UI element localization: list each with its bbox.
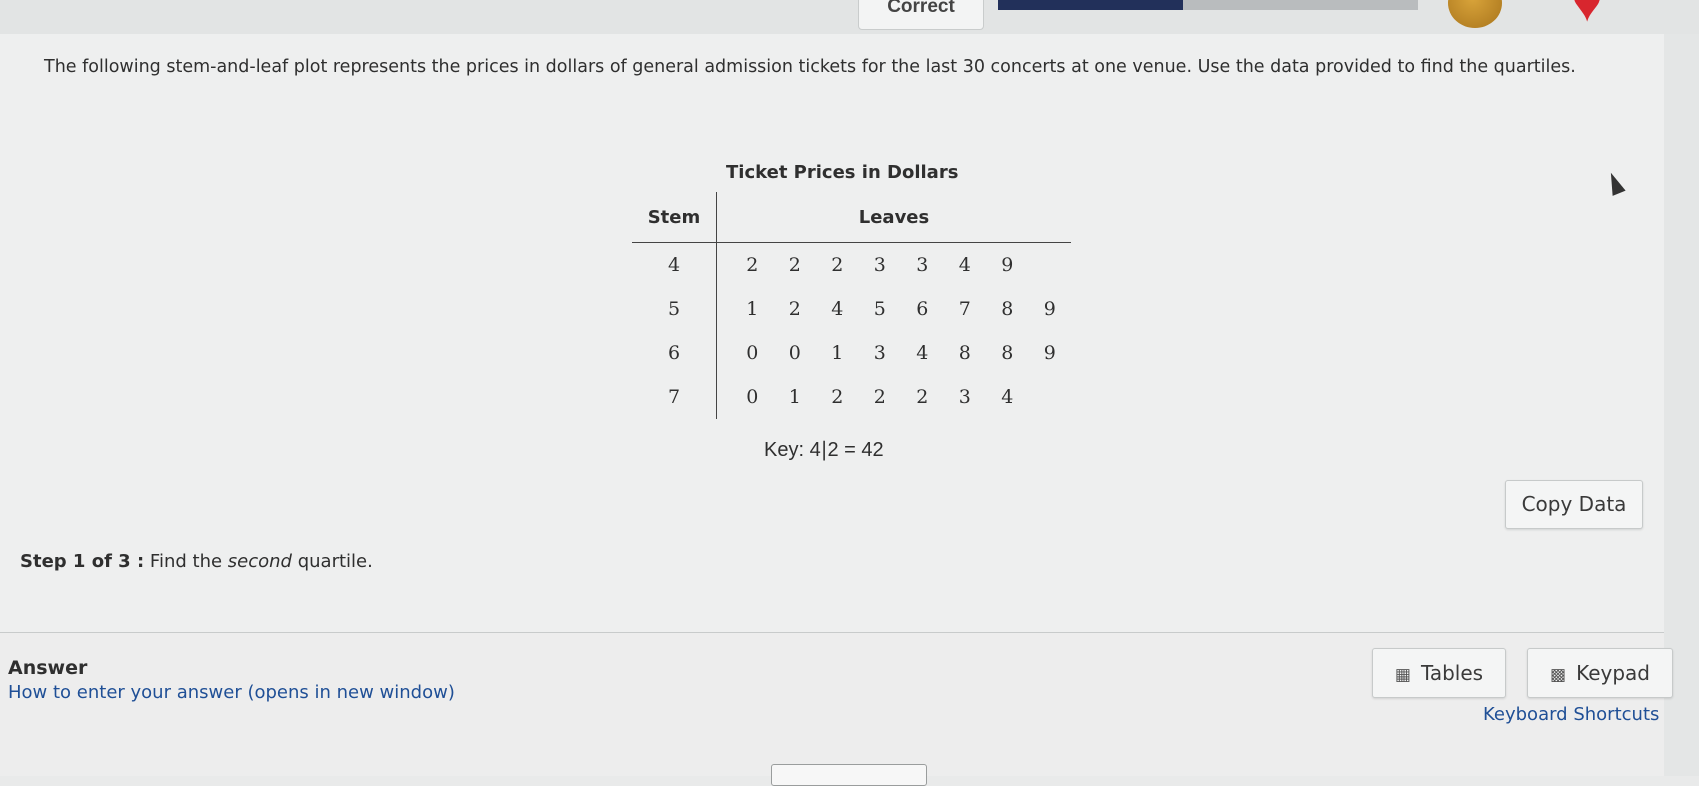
- progress-fill: [998, 0, 1183, 10]
- leaf-cell: 0: [788, 342, 801, 364]
- top-bar: Correct ♥: [0, 0, 1699, 35]
- leaf-cell: 8: [1001, 342, 1014, 364]
- leaf-cell: 9: [1001, 254, 1014, 276]
- heart-icon[interactable]: ♥: [1556, 0, 1618, 30]
- status-label: Correct: [858, 0, 984, 30]
- leaf-spacer: [717, 243, 732, 288]
- leaf-cell: [1029, 243, 1072, 288]
- leaf-cell: 8: [958, 342, 971, 364]
- step-text-prefix: Find the: [149, 551, 223, 572]
- leaf-cell: 2: [831, 386, 844, 408]
- plot-key: Key: 4|2 = 42: [764, 437, 884, 462]
- leaf-cell: 2: [873, 386, 886, 408]
- question-text: The following stem-and-leaf plot represe…: [44, 57, 1576, 77]
- table-row: 6 0 0 1 3 4 8 8 9: [632, 331, 1071, 375]
- copy-data-button[interactable]: Copy Data: [1505, 480, 1643, 529]
- step-label: Step 1 of 3 :: [20, 551, 145, 572]
- step-text-emphasis: second: [227, 551, 292, 572]
- leaf-cell: 3: [873, 342, 886, 364]
- table-icon: ▦: [1394, 665, 1411, 685]
- how-to-answer-link[interactable]: How to enter your answer (opens in new w…: [8, 682, 455, 703]
- step-instruction: Step 1 of 3 : Find the second quartile.: [20, 551, 373, 572]
- medal-icon[interactable]: [1448, 0, 1502, 28]
- leaf-cell: 5: [873, 298, 886, 320]
- key-equals: =: [844, 439, 856, 461]
- progress-bar: [998, 0, 1418, 10]
- stem-header: Stem: [632, 192, 717, 243]
- table-row: 7 0 1 2 2 2 3 4: [632, 375, 1071, 419]
- calculator-icon: ▩: [1550, 665, 1567, 685]
- keypad-button-label: Keypad: [1576, 661, 1650, 685]
- leaf-cell: 4: [958, 254, 971, 276]
- stem-leaf-table: Stem Leaves 4222334951245678960013488970…: [632, 192, 1071, 419]
- step-text-suffix: quartile.: [297, 551, 373, 572]
- table-title: Ticket Prices in Dollars: [726, 162, 959, 183]
- leaf-cell: 9: [1043, 298, 1056, 320]
- leaf-cell: 0: [746, 386, 759, 408]
- answer-title: Answer: [8, 657, 88, 679]
- leaf-cell: 2: [916, 386, 929, 408]
- leaf-spacer: [717, 287, 732, 331]
- key-stem: 4: [809, 439, 821, 461]
- leaf-cell: 2: [831, 254, 844, 276]
- stem-cell: 7: [632, 375, 717, 419]
- leaf-cell: 6: [916, 298, 929, 320]
- stem-cell: 6: [632, 331, 717, 375]
- leaf-cell: 1: [831, 342, 844, 364]
- answer-input[interactable]: [771, 764, 927, 786]
- leaf-cell: 7: [958, 298, 971, 320]
- leaf-cell: 4: [916, 342, 929, 364]
- leaf-cell: 0: [746, 342, 759, 364]
- leaf-cell: 2: [746, 254, 759, 276]
- leaf-cell: 2: [788, 298, 801, 320]
- table-row: 5 1 2 4 5 6 7 8 9: [632, 287, 1071, 331]
- key-leaf: 2: [827, 439, 839, 461]
- leaf-cell: 2: [788, 254, 801, 276]
- leaves-header: Leaves: [716, 192, 1071, 243]
- stem-cell: 4: [632, 242, 717, 287]
- table-row: 4 2 2 2 3 3 4 9: [632, 242, 1072, 288]
- leaf-cell: [1029, 375, 1072, 419]
- key-label: Key:: [764, 439, 805, 461]
- leaf-cell: 1: [746, 298, 759, 320]
- leaf-cell: 3: [916, 254, 929, 276]
- leaf-spacer: [717, 331, 732, 375]
- leaf-cell: 8: [1001, 298, 1014, 320]
- leaf-spacer: [717, 375, 732, 419]
- leaf-cell: 4: [1001, 386, 1014, 408]
- leaf-cell: 4: [831, 298, 844, 320]
- leaf-cell: 9: [1043, 342, 1056, 364]
- key-value: 42: [861, 439, 884, 461]
- stem-cell: 5: [632, 287, 717, 331]
- keyboard-shortcuts-link[interactable]: Keyboard Shortcuts: [1483, 704, 1659, 725]
- keypad-button[interactable]: ▩ Keypad: [1527, 648, 1673, 698]
- leaf-cell: 3: [873, 254, 886, 276]
- tables-button[interactable]: ▦ Tables: [1372, 648, 1506, 698]
- leaf-cell: 1: [788, 386, 801, 408]
- tables-button-label: Tables: [1420, 661, 1484, 685]
- leaf-cell: 3: [958, 386, 971, 408]
